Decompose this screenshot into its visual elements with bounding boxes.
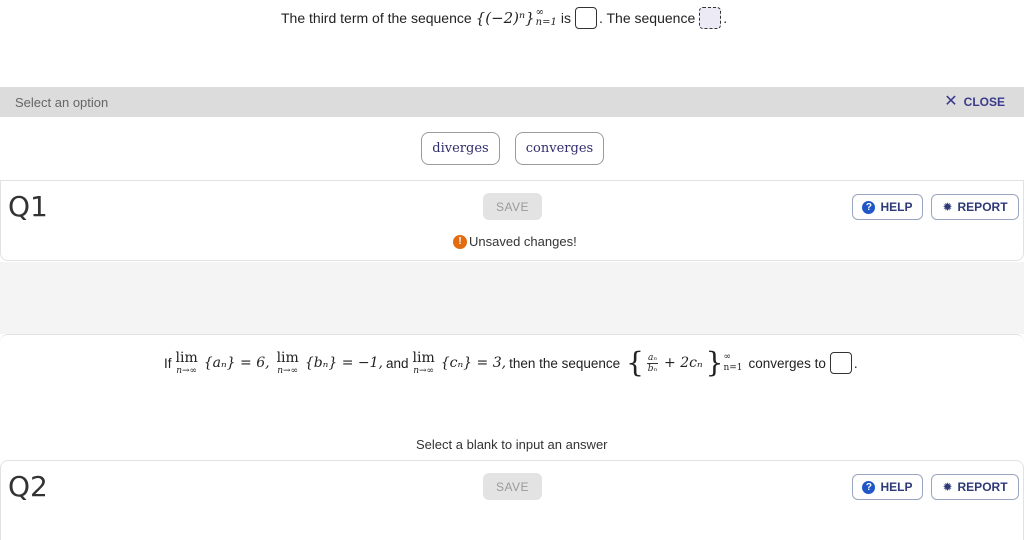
unsaved-status: ! Unsaved changes! [453, 234, 577, 249]
question-2-content: If lim n→∞ {aₙ} = 6, lim n→∞ {bₙ} = −1, … [0, 334, 1024, 461]
section-gap [0, 262, 1024, 334]
q2-end: . [853, 355, 858, 371]
q1-save-button[interactable]: SAVE [483, 193, 542, 220]
q1-is-word: is [560, 10, 571, 26]
q2-converges-to: converges to [748, 355, 826, 371]
option-bar-hint: Select an option [15, 94, 109, 110]
q1-blank-convergence[interactable] [699, 7, 722, 29]
q2-report-label: REPORT [957, 480, 1008, 494]
q2-if: If [164, 355, 172, 371]
q1-help-button[interactable]: ? HELP [852, 194, 923, 220]
q2-fraction: aₙ bₙ [647, 352, 659, 374]
q2-plus-term: + 2cₙ [664, 355, 703, 371]
q2-limits: ∞ n=1 [723, 352, 743, 373]
q2-help-button[interactable]: ? HELP [852, 474, 923, 500]
q2-lim3-expr: {cₙ} = 3, [440, 355, 507, 371]
q2-blank-limit[interactable] [829, 352, 852, 374]
q2-save-button[interactable]: SAVE [483, 473, 542, 500]
q2-lim1-expr: {aₙ} = 6, [203, 355, 270, 371]
q2-left-brace: { [626, 346, 644, 379]
q2-help-label: HELP [880, 480, 913, 494]
q2-and: and [385, 355, 409, 371]
close-icon: ✕ [944, 93, 958, 110]
q1-prefix: The third term of the sequence [281, 10, 472, 26]
question-1-panel: Q1 SAVE ! Unsaved changes! ? HELP ✹ REPO… [0, 180, 1024, 261]
q2-lim-3: lim n→∞ [412, 349, 435, 376]
q1-report-label: REPORT [957, 200, 1008, 214]
option-diverges[interactable]: diverges [421, 132, 500, 165]
q2-lim-2: lim n→∞ [276, 349, 299, 376]
q2-then: then the sequence [509, 355, 621, 371]
question-2-panel: Q2 SAVE ? HELP ✹ REPORT [0, 460, 1024, 540]
q1-middle: . The sequence [598, 10, 696, 26]
question-2-label: Q2 [8, 470, 48, 503]
option-converges[interactable]: converges [515, 132, 604, 165]
q1-report-button[interactable]: ✹ REPORT [931, 194, 1019, 220]
bug-icon: ✹ [942, 480, 953, 494]
close-label: CLOSE [963, 95, 1005, 109]
option-bar: Select an option ✕ CLOSE [0, 87, 1024, 117]
q2-right-brace: } [705, 346, 724, 379]
q1-sequence: {(−2)ⁿ} ∞ n=1 [475, 7, 557, 28]
q2-lim2-expr: {bₙ} = −1, [304, 355, 383, 371]
q2-report-button[interactable]: ✹ REPORT [931, 474, 1019, 500]
close-button[interactable]: ✕ CLOSE [944, 94, 1005, 110]
unsaved-text: Unsaved changes! [469, 234, 577, 249]
question-1-label: Q1 [8, 190, 48, 223]
q2-prompt: If lim n→∞ {aₙ} = 6, lim n→∞ {bₙ} = −1, … [164, 343, 858, 383]
warning-icon: ! [453, 234, 467, 249]
help-icon: ? [862, 200, 876, 214]
q2-lim-1: lim n→∞ [175, 349, 198, 376]
q1-blank-third-term[interactable] [574, 7, 597, 29]
q1-help-label: HELP [880, 200, 913, 214]
q1-end: . [723, 10, 728, 26]
bug-icon: ✹ [942, 200, 953, 214]
help-icon: ? [862, 480, 876, 494]
select-blank-hint: Select a blank to input an answer [416, 437, 608, 452]
q1-prompt: The third term of the sequence {(−2)ⁿ} ∞… [281, 4, 727, 32]
